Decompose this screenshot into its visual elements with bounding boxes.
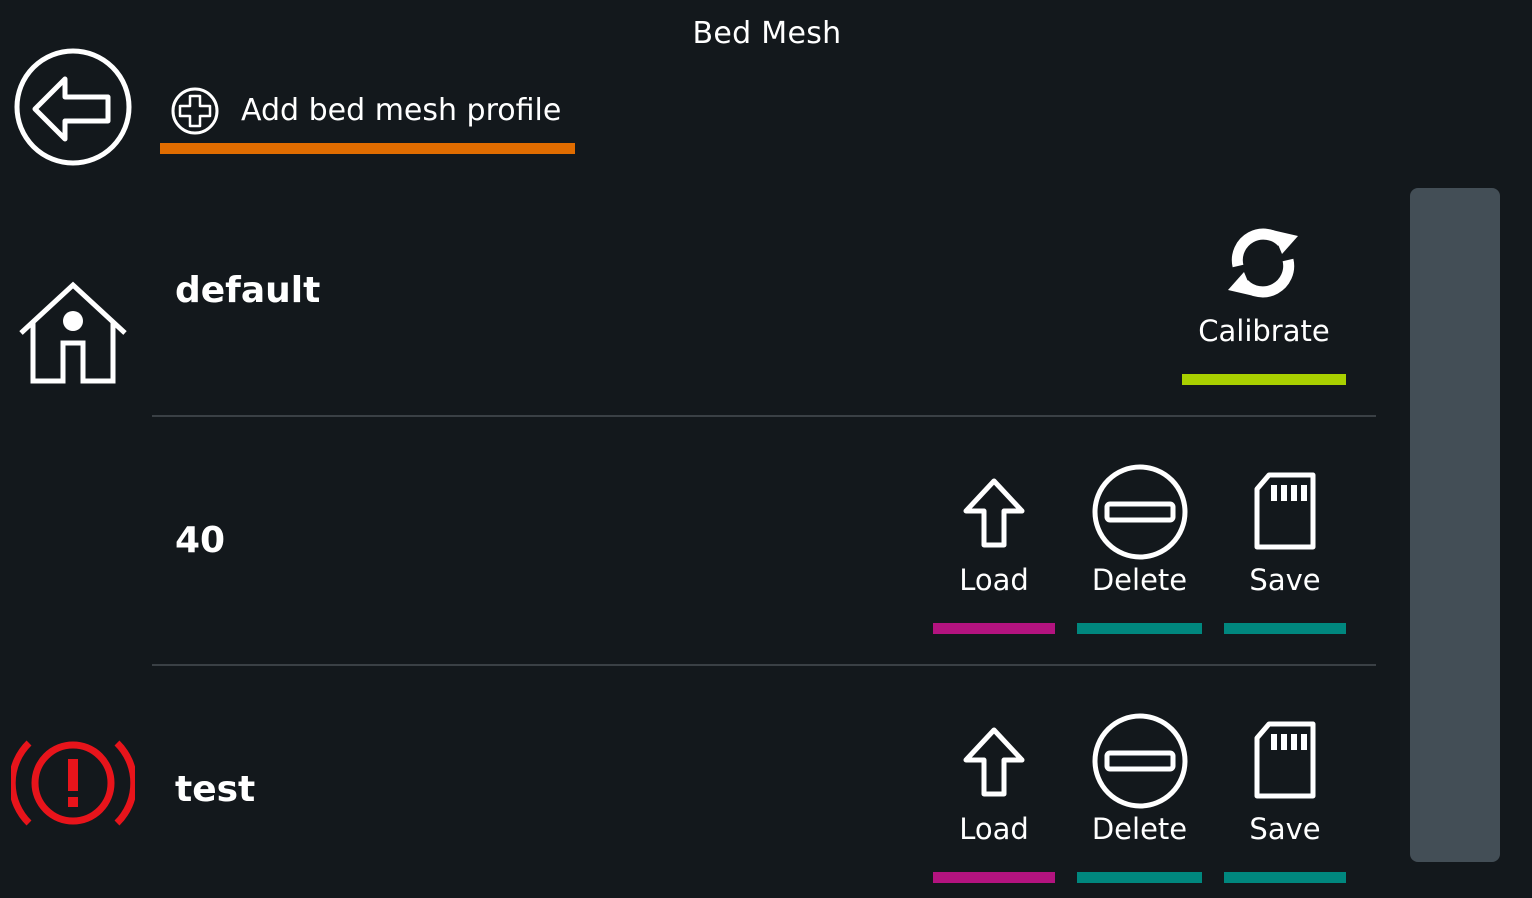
refresh-icon — [1228, 228, 1298, 298]
profile-name: test — [175, 769, 256, 810]
home-icon — [18, 281, 127, 383]
add-profile-button[interactable]: Add bed mesh profile — [160, 82, 575, 154]
save-accent — [1224, 872, 1346, 883]
profile-name: 40 — [175, 520, 226, 561]
delete-accent — [1077, 623, 1202, 634]
sd-card-icon — [1254, 721, 1316, 799]
delete-icon — [1092, 713, 1187, 809]
delete-icon — [1092, 464, 1187, 560]
scrollbar[interactable] — [1410, 188, 1500, 862]
back-button[interactable] — [10, 44, 135, 169]
load-arrow-icon — [963, 727, 1025, 797]
profile-row-default: default Calibrate — [152, 168, 1376, 416]
load-accent — [933, 872, 1055, 883]
load-label: Load — [959, 812, 1029, 846]
home-button[interactable] — [10, 270, 135, 395]
calibrate-accent — [1182, 374, 1346, 385]
save-label: Save — [1249, 563, 1321, 597]
sd-card-icon — [1254, 472, 1316, 550]
save-button[interactable]: Save — [1224, 706, 1346, 886]
page-title-wrap: Bed Mesh — [0, 16, 1532, 51]
delete-accent — [1077, 872, 1202, 883]
save-label: Save — [1249, 812, 1321, 846]
add-profile-accent — [160, 143, 575, 154]
load-label: Load — [959, 563, 1029, 597]
page-title: Bed Mesh — [692, 16, 842, 51]
calibrate-button[interactable]: Calibrate — [1182, 218, 1346, 398]
load-accent — [933, 623, 1055, 634]
load-button[interactable]: Load — [933, 706, 1055, 886]
add-profile-label: Add bed mesh profile — [241, 93, 562, 128]
save-accent — [1224, 623, 1346, 634]
load-button[interactable]: Load — [933, 457, 1055, 637]
emergency-stop-icon — [10, 740, 135, 825]
profile-row-40: 40 Load Delete Save — [152, 417, 1376, 665]
delete-button[interactable]: Delete — [1077, 706, 1202, 886]
delete-label: Delete — [1091, 812, 1188, 846]
bed-mesh-screen: Bed Mesh Add bed mesh profile default Ca… — [0, 0, 1532, 898]
emergency-stop-button[interactable] — [10, 720, 135, 845]
profile-name: default — [175, 270, 321, 311]
profile-row-test: test Load Delete Save — [152, 666, 1376, 898]
delete-button[interactable]: Delete — [1077, 457, 1202, 637]
load-arrow-icon — [963, 478, 1025, 548]
save-button[interactable]: Save — [1224, 457, 1346, 637]
delete-label: Delete — [1091, 563, 1188, 597]
plus-circle-icon — [171, 87, 219, 135]
calibrate-label: Calibrate — [1198, 314, 1330, 348]
back-arrow-icon — [14, 48, 131, 165]
